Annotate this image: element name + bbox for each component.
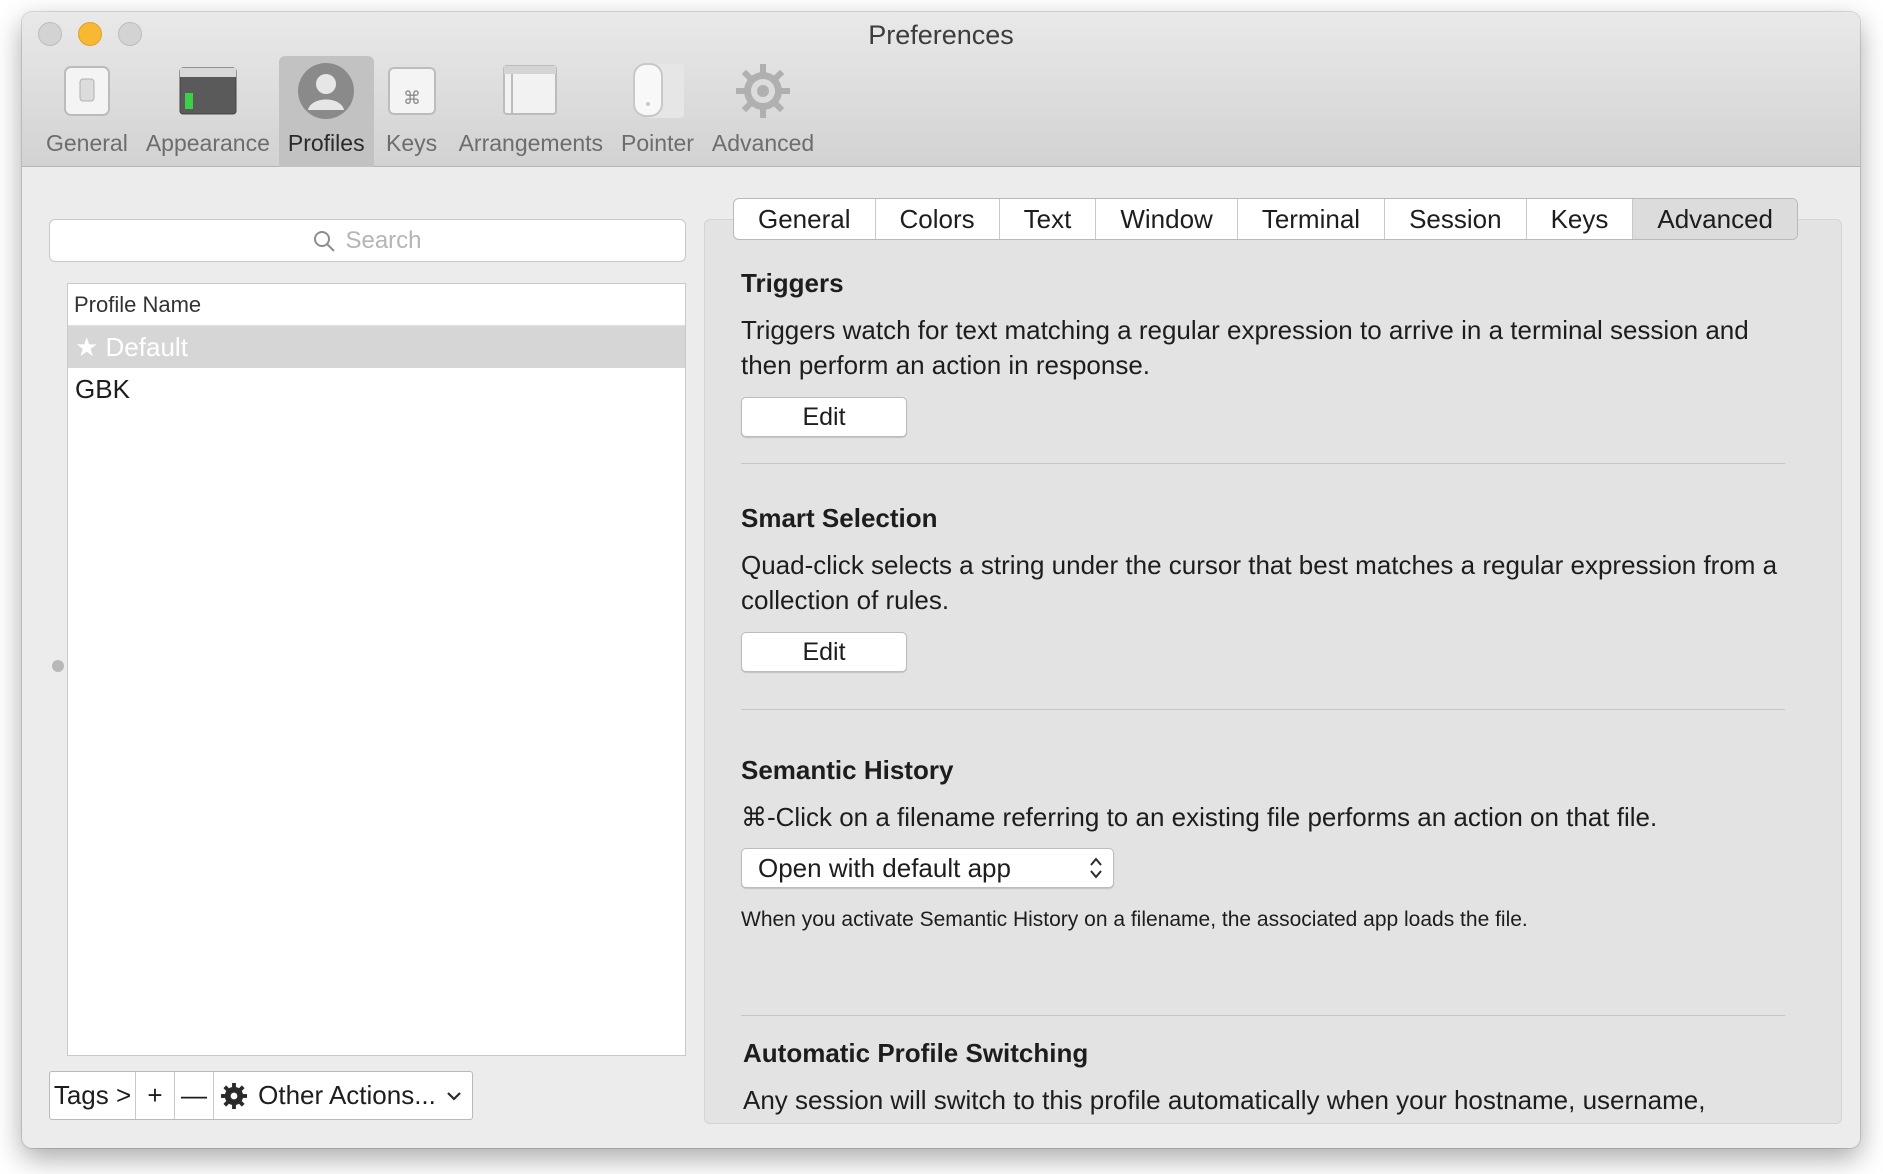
semantic-history-action-select[interactable]: Open with default app [741, 848, 1114, 888]
profile-actions-bar: Tags > + — Other Actions... [49, 1071, 473, 1120]
toolbar-pointer[interactable]: Pointer [612, 56, 703, 167]
automatic-profile-switching-section: Automatic Profile Switching Any session … [743, 1038, 1793, 1118]
toolbar-appearance[interactable]: Appearance [137, 56, 279, 167]
gear-icon [734, 62, 792, 120]
search-placeholder: Search [345, 226, 422, 254]
search-icon [314, 230, 336, 252]
toolbar-keys[interactable]: ⌘ Keys [374, 56, 450, 167]
mouse-icon [628, 62, 686, 120]
tab-general[interactable]: General [734, 199, 876, 239]
other-actions-label: Other Actions... [258, 1080, 436, 1110]
toolbar-arrangements-label: Arrangements [458, 130, 604, 156]
toolbar-profiles-label: Profiles [287, 130, 365, 156]
semantic-history-heading: Semantic History [741, 755, 954, 785]
command-key-icon: ⌘ [383, 62, 441, 120]
title-bar: Preferences General Appearance Profiles [22, 12, 1860, 167]
preferences-toolbar: General Appearance Profiles ⌘ Keys Arran… [37, 56, 823, 167]
toolbar-pointer-label: Pointer [621, 130, 694, 156]
toolbar-general[interactable]: General [37, 56, 137, 167]
smart-selection-section: Smart Selection Quad-click selects a str… [741, 503, 1791, 672]
profile-name-column-header[interactable]: Profile Name [68, 284, 685, 326]
toolbar-keys-label: Keys [386, 130, 438, 156]
add-profile-button[interactable]: + [136, 1072, 175, 1119]
window-arrangement-icon [502, 62, 560, 120]
remove-profile-button[interactable]: — [175, 1072, 214, 1119]
triggers-section: Triggers Triggers watch for text matchin… [741, 268, 1791, 437]
profile-row-gbk[interactable]: GBK [68, 368, 685, 410]
tab-session[interactable]: Session [1385, 199, 1527, 239]
profile-settings-panel: Triggers Triggers watch for text matchin… [704, 219, 1842, 1124]
gear-icon [220, 1082, 248, 1109]
toolbar-advanced-label: Advanced [711, 130, 815, 156]
profile-search-field[interactable]: Search [49, 219, 686, 262]
toolbar-advanced[interactable]: Advanced [703, 56, 823, 167]
toolbar-profiles[interactable]: Profiles [278, 56, 374, 167]
up-down-chevron-icon [1090, 857, 1102, 879]
switch-icon [58, 62, 116, 120]
toolbar-appearance-label: Appearance [145, 130, 270, 156]
other-actions-menu[interactable]: Other Actions... [214, 1072, 472, 1119]
profile-tabs: General Colors Text Window Terminal Sess… [733, 198, 1799, 240]
tab-terminal[interactable]: Terminal [1238, 199, 1386, 239]
toolbar-arrangements[interactable]: Arrangements [450, 56, 612, 167]
triggers-edit-button[interactable]: Edit [741, 397, 907, 437]
tab-colors[interactable]: Colors [876, 199, 1000, 239]
smart-selection-heading: Smart Selection [741, 503, 938, 533]
semantic-history-note: When you activate Semantic History on a … [741, 908, 1528, 931]
semantic-history-select-value: Open with default app [758, 852, 1011, 883]
preferences-window: Preferences General Appearance Profiles [22, 12, 1860, 1148]
triggers-description: Triggers watch for text matching a regul… [741, 315, 1749, 380]
triggers-heading: Triggers [741, 268, 844, 298]
terminal-window-icon [179, 62, 237, 120]
tab-window[interactable]: Window [1096, 199, 1238, 239]
profile-list: Profile Name ★ Default GBK [67, 283, 686, 1056]
section-divider [741, 463, 1785, 464]
split-view-handle[interactable] [52, 660, 64, 672]
window-title: Preferences [868, 20, 1014, 50]
content-area: Search Profile Name ★ Default GBK Tags >… [22, 167, 1860, 1148]
tab-text[interactable]: Text [1000, 199, 1097, 239]
tab-keys[interactable]: Keys [1527, 199, 1634, 239]
automatic-profile-switching-heading: Automatic Profile Switching [743, 1038, 1089, 1068]
section-divider [741, 709, 1785, 710]
smart-selection-description: Quad-click selects a string under the cu… [741, 550, 1778, 615]
tab-advanced[interactable]: Advanced [1633, 199, 1798, 239]
chevron-down-icon [447, 1091, 461, 1101]
automatic-profile-switching-description: Any session will switch to this profile … [743, 1085, 1706, 1115]
tags-button[interactable]: Tags > [50, 1072, 136, 1119]
toolbar-general-label: General [46, 130, 128, 156]
profile-row-default[interactable]: ★ Default [68, 326, 685, 368]
section-divider [741, 1015, 1785, 1016]
semantic-history-section: Semantic History ⌘-Click on a filename r… [741, 755, 1791, 932]
semantic-history-description: ⌘-Click on a filename referring to an ex… [741, 802, 1658, 832]
svg-text:⌘: ⌘ [403, 88, 421, 109]
smart-selection-edit-button[interactable]: Edit [741, 632, 907, 672]
user-silhouette-icon [297, 62, 355, 120]
